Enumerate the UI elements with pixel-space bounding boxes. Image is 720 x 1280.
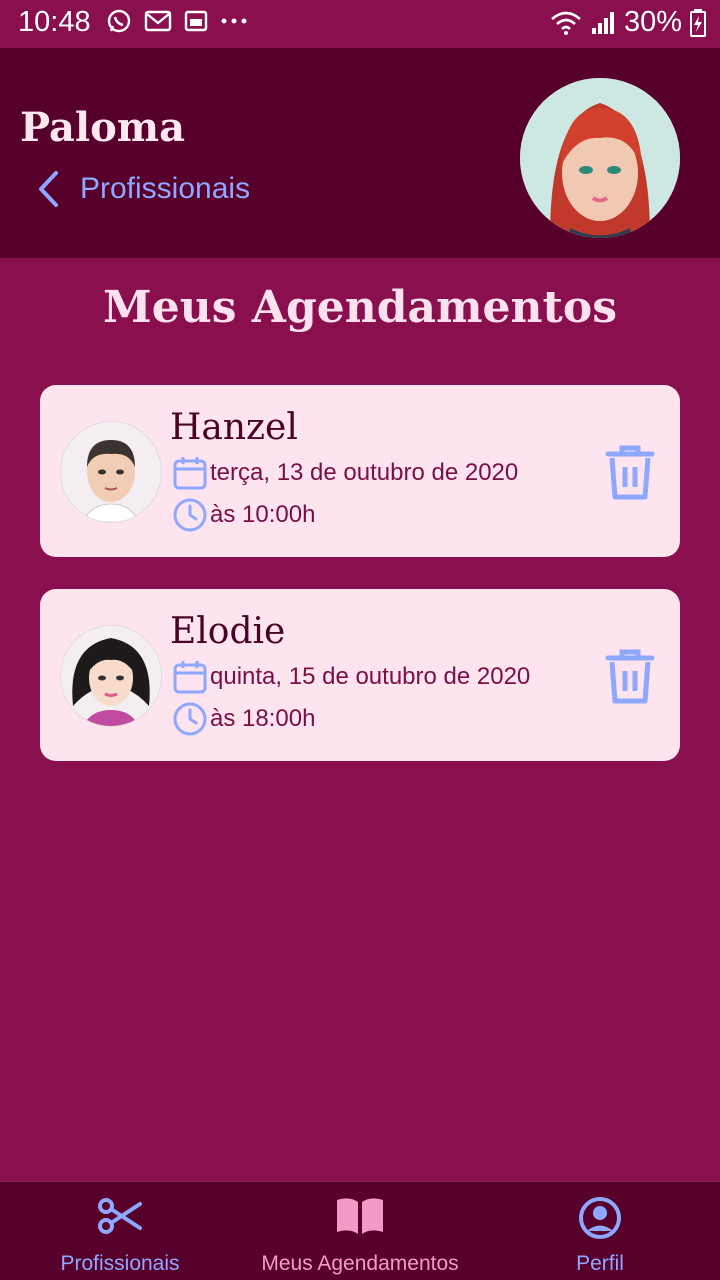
back-link-label: Profissionais — [80, 172, 251, 205]
calendar-icon — [173, 457, 207, 490]
book-icon — [337, 1198, 383, 1234]
tab-label: Profissionais — [60, 1252, 180, 1275]
user-avatar[interactable] — [520, 78, 680, 238]
header: Paloma Profissionais — [0, 48, 720, 258]
delete-appointment-button[interactable] — [604, 443, 656, 506]
chevron-left-icon — [39, 171, 58, 207]
battery-percent: 30% — [623, 6, 682, 38]
notification-icons — [106, 8, 248, 34]
professional-name: Elodie — [170, 611, 286, 652]
gmail-icon — [144, 10, 172, 32]
clock-icon — [173, 702, 207, 736]
tab-perfil[interactable]: Perfil — [480, 1182, 720, 1280]
appointment-date-row: terça, 13 de outubro de 2020 — [172, 455, 518, 491]
calendar-notification-icon — [184, 10, 208, 32]
back-to-profissionais-link[interactable]: Profissionais — [36, 170, 250, 208]
page-title: Meus Agendamentos — [103, 282, 617, 333]
calendar-icon — [173, 661, 207, 694]
status-time: 10:48 — [18, 6, 91, 38]
scissors-icon — [98, 1198, 142, 1234]
appointment-date: quinta, 15 de outubro de 2020 — [210, 663, 531, 690]
system-icons: 30% — [550, 6, 706, 39]
user-name: Paloma — [20, 104, 186, 151]
appointment-time-row: às 10:00h — [172, 497, 315, 533]
appointment-time: às 10:00h — [210, 501, 316, 528]
professional-name: Hanzel — [170, 407, 298, 448]
bottom-tab-bar: Profissionais Meus Agendamentos Perfil — [0, 1181, 720, 1280]
professional-avatar — [60, 421, 162, 523]
appointment-time-row: às 18:00h — [172, 701, 315, 737]
appointment-date: terça, 13 de outubro de 2020 — [210, 459, 519, 486]
trash-icon — [605, 445, 655, 500]
female-avatar-illustration — [61, 626, 161, 726]
more-icon — [221, 18, 247, 24]
battery-charging-icon — [690, 8, 706, 37]
appointment-date-row: quinta, 15 de outubro de 2020 — [172, 659, 530, 695]
male-avatar-illustration — [61, 422, 161, 522]
tab-profissionais[interactable]: Profissionais — [0, 1182, 240, 1280]
user-avatar-illustration — [520, 78, 680, 238]
wifi-icon — [551, 11, 581, 35]
tab-meus-agendamentos[interactable]: Meus Agendamentos — [240, 1182, 480, 1280]
whatsapp-icon — [107, 9, 131, 33]
tab-label: Meus Agendamentos — [261, 1252, 459, 1275]
user-circle-icon — [579, 1197, 621, 1239]
professional-avatar — [60, 625, 162, 727]
appointment-card: Hanzel terça, 13 de outubro de 2020 às 1… — [40, 385, 680, 557]
delete-appointment-button[interactable] — [604, 647, 656, 710]
status-bar: 10:48 30% — [0, 0, 720, 48]
appointment-time: às 18:00h — [210, 705, 316, 732]
signal-icon — [591, 11, 614, 34]
trash-icon — [605, 649, 655, 704]
clock-icon — [173, 498, 207, 532]
tab-label: Perfil — [576, 1252, 624, 1275]
appointment-card: Elodie quinta, 15 de outubro de 2020 às … — [40, 589, 680, 761]
